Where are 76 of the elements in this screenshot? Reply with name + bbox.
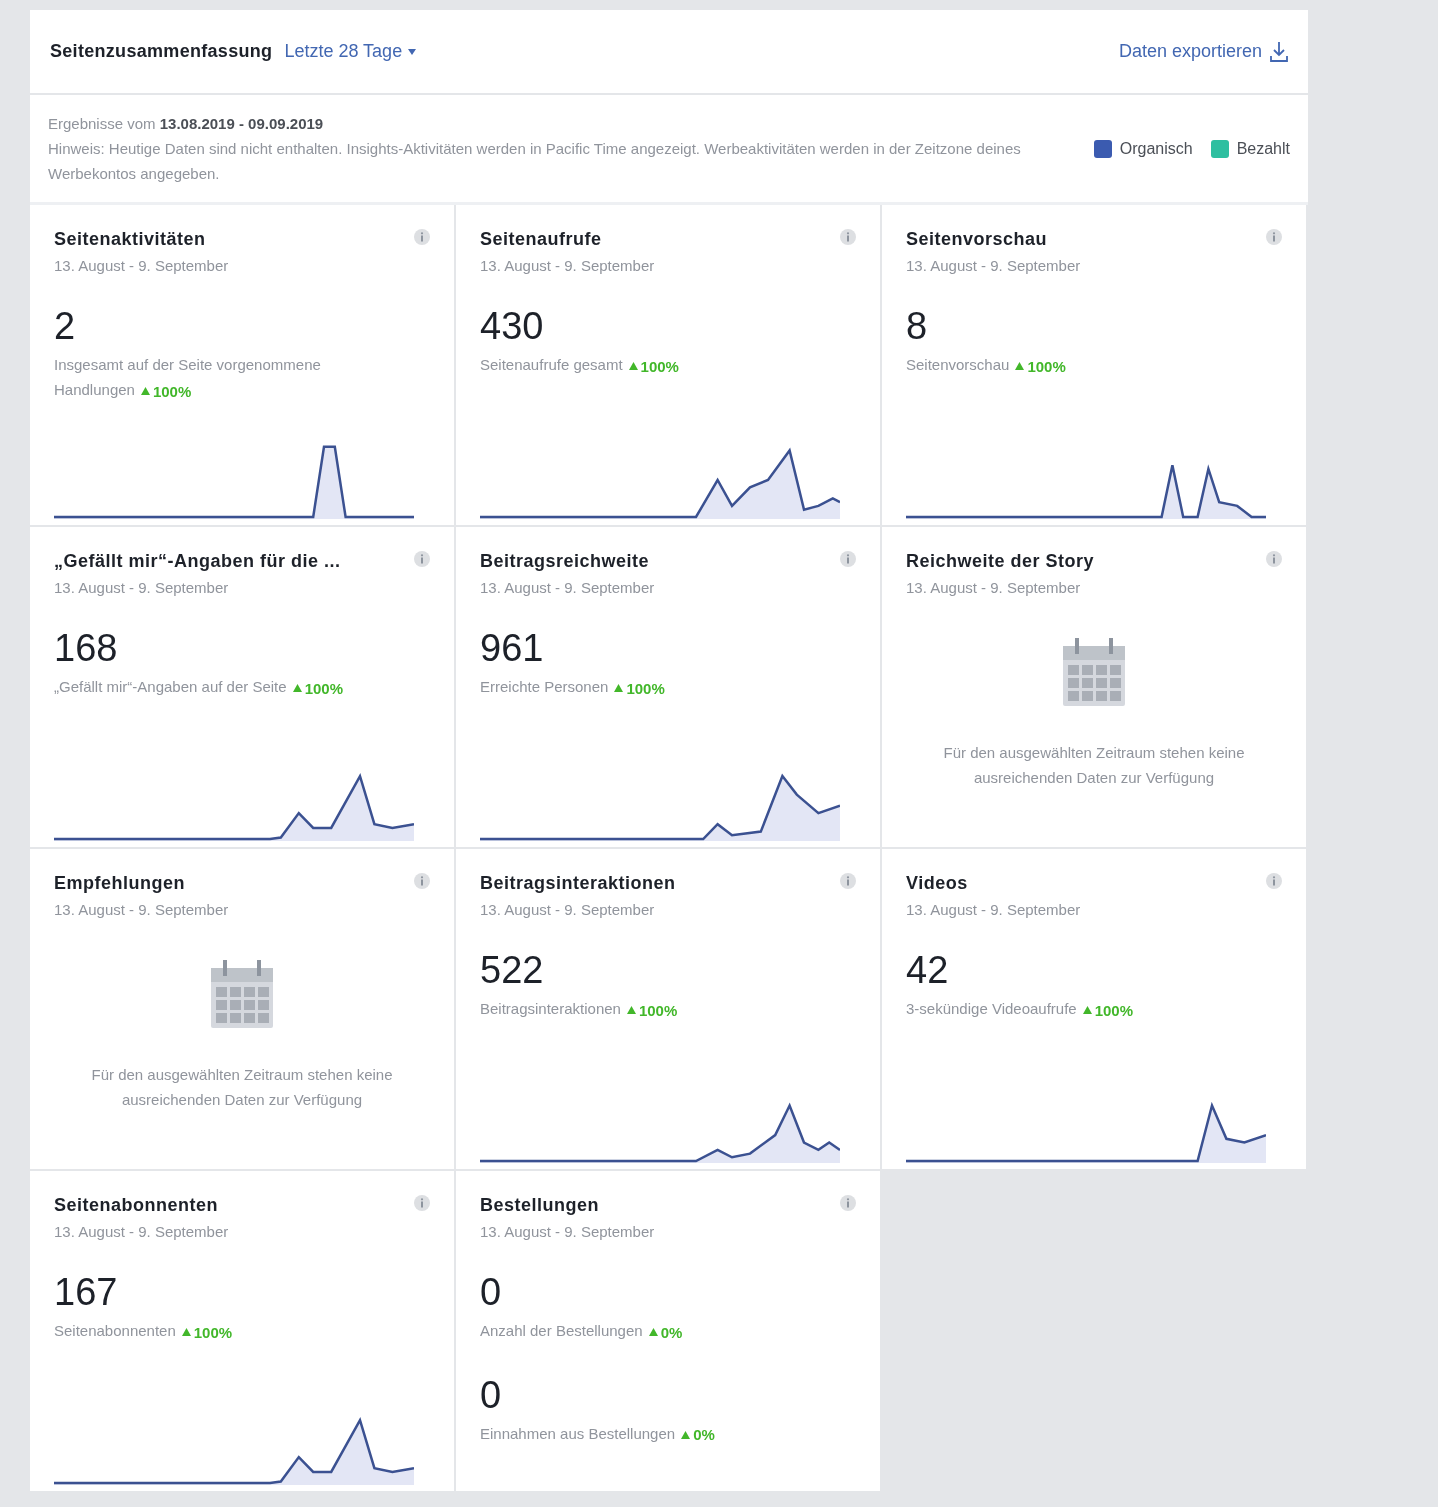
card-title: Seitenvorschau <box>906 229 1048 250</box>
date-range: 13. August - 9. September <box>54 1223 230 1240</box>
metric-label: Seitenvorschau 100% <box>906 355 1067 377</box>
metric-value: 430 <box>480 304 545 348</box>
info-icon[interactable] <box>1266 873 1282 889</box>
triangle-up-icon <box>626 1006 636 1014</box>
info-icon[interactable] <box>840 873 856 889</box>
info-icon[interactable] <box>414 551 430 567</box>
card-title: Videos <box>906 873 968 894</box>
download-icon <box>1270 40 1288 63</box>
export-link[interactable]: Daten exportieren <box>1118 40 1288 63</box>
triangle-up-icon <box>140 387 150 395</box>
legend-label: Bezahlt <box>1236 139 1290 158</box>
date-range: 13. August - 9. September <box>906 579 1082 596</box>
info-icon[interactable] <box>840 229 856 245</box>
metric-label: Beitragsinteraktionen 100% <box>480 999 679 1021</box>
triangle-up-icon <box>628 362 638 370</box>
metric-value: 522 <box>480 948 545 992</box>
info-icon[interactable] <box>414 1195 430 1211</box>
card-title: Seitenabonnenten <box>54 1195 218 1216</box>
triangle-up-icon <box>181 1328 191 1336</box>
card-title: Empfehlungen <box>54 873 185 894</box>
calendar-icon <box>211 958 273 1028</box>
metric-value: 167 <box>54 1270 119 1314</box>
empty-message: Für den ausgewählten Zeitraum stehen keine ausreichenden Daten zur Verfügung <box>942 743 1246 788</box>
hint-text: Hinweis: Heutige Daten sind nicht enthalten. Insights-Aktivitäten werden in Pacific Time angezeigt. Werbeaktivitäten werden in der Zeitzone deines Werbekontos angegeben. <box>48 139 1022 184</box>
metric-label: Seitenabonnenten 100% <box>54 1321 234 1343</box>
date-range: 13. August - 9. September <box>480 579 656 596</box>
triangle-up-icon <box>614 684 624 692</box>
metric-value: 42 <box>906 948 950 992</box>
triangle-up-icon <box>648 1328 658 1336</box>
calendar-icon <box>1063 636 1125 706</box>
date-range: 13. August - 9. September <box>480 257 656 274</box>
date-range: 13. August - 9. September <box>480 901 656 918</box>
card-title: Beitragsreichweite <box>480 551 650 572</box>
card-title: Seitenaufrufe <box>480 229 602 250</box>
triangle-up-icon <box>1082 1006 1092 1014</box>
triangle-up-icon <box>1015 362 1025 370</box>
info-icon[interactable] <box>840 1195 856 1211</box>
info-icon[interactable] <box>414 873 430 889</box>
metric-label: Erreichte Personen 100% <box>480 677 666 699</box>
info-icon[interactable] <box>414 229 430 245</box>
triangle-up-icon <box>292 684 302 692</box>
metric-label: Insgesamt auf der Seite vorgenommene Handlungen 100% <box>54 355 322 402</box>
metric-value: 2 <box>54 304 77 348</box>
legend-label: Organisch <box>1119 139 1193 158</box>
metric-value: 8 <box>906 304 929 348</box>
metric-value: 961 <box>480 626 545 670</box>
metric-label: „Gefällt mir“-Angaben auf der Seite 100% <box>54 677 344 699</box>
metric-label: 3-sekündige Videoaufrufe 100% <box>906 999 1135 1021</box>
date-range: 13. August - 9. September <box>54 901 230 918</box>
card-title: „Gefällt mir“-Angaben für die ... <box>54 551 341 572</box>
metric-label: Anzahl der Bestellungen 0% <box>480 1321 684 1343</box>
triangle-up-icon <box>681 1430 691 1439</box>
empty-message: Für den ausgewählten Zeitraum stehen keine ausreichenden Daten zur Verfügung <box>90 1065 394 1110</box>
info-icon[interactable] <box>1266 551 1282 567</box>
metric-value: 168 <box>54 626 119 670</box>
date-range: 13. August - 9. September <box>480 1223 656 1240</box>
page-title: Seitenzusammenfassung <box>50 41 273 62</box>
date-range: 13. August - 9. September <box>54 257 230 274</box>
card-title: Reichweite der Story <box>906 551 1095 572</box>
card-title: Bestellungen <box>480 1195 600 1216</box>
date-range: 13. August - 9. September <box>54 579 230 596</box>
metric-label: Seitenaufrufe gesamt 100% <box>480 355 680 377</box>
metric-label: Einnahmen aus Bestellungen 0% <box>480 1423 716 1445</box>
date-range: 13. August - 9. September <box>906 257 1082 274</box>
card-title: Beitragsinteraktionen <box>480 873 676 894</box>
info-icon[interactable] <box>1266 229 1282 245</box>
metric-value: 0 <box>480 1372 503 1417</box>
metric-value: 0 <box>480 1270 503 1314</box>
period-dropdown[interactable]: Letzte 28 Tage <box>284 41 417 62</box>
info-icon[interactable] <box>840 551 856 567</box>
date-range: 13. August - 9. September <box>906 901 1082 918</box>
caret-icon <box>408 48 417 55</box>
card-title: Seitenaktivitäten <box>54 229 206 250</box>
date-range-text: Ergebnisse vom 13.08.2019 - 09.09.2019 <box>48 114 325 134</box>
